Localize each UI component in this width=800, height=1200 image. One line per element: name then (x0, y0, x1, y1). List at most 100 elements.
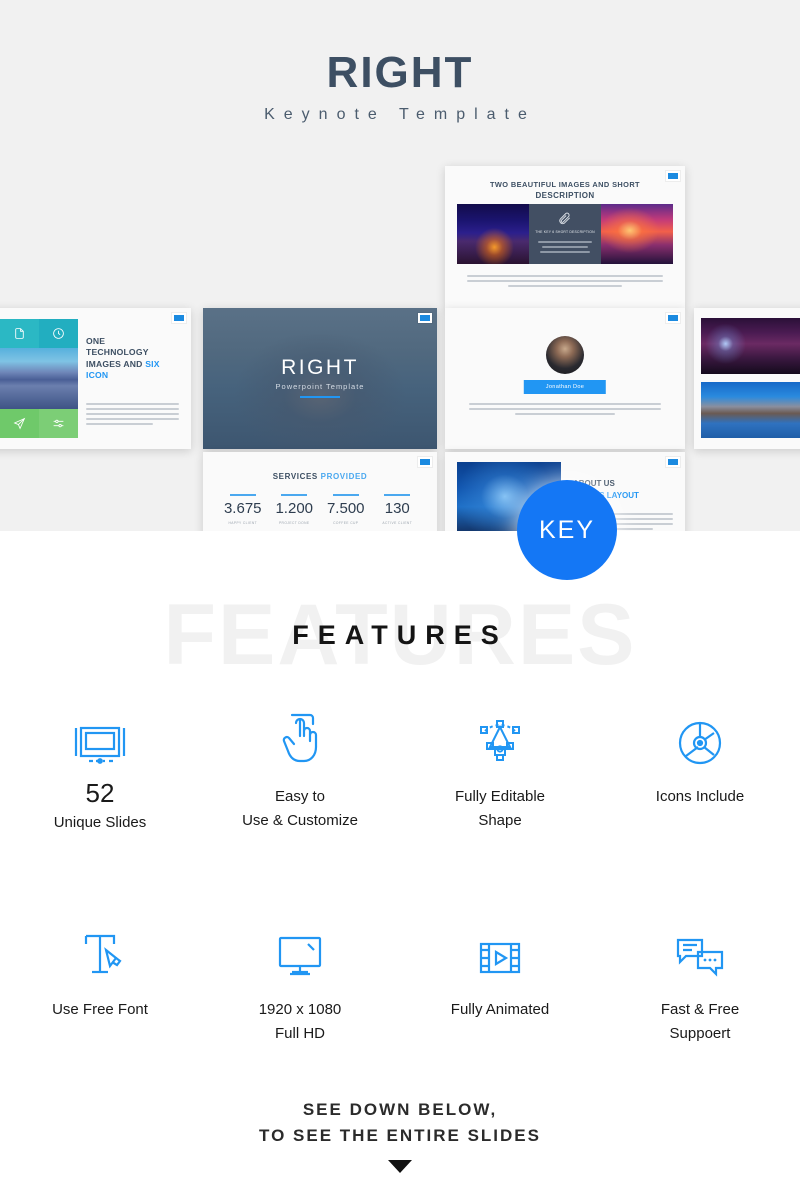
clock-icon (53, 328, 64, 339)
monitor-icon (200, 918, 400, 980)
slide-photo-pair[interactable] (694, 308, 800, 449)
slide-two-images-body (467, 272, 663, 290)
feature-caption-line1: Easy to (274, 788, 326, 805)
document-icon (15, 328, 24, 339)
slide-number-badge (666, 171, 680, 181)
pen-vector-icon (400, 705, 600, 767)
tile-clock (39, 319, 78, 348)
stat-item: 130 ACTIVE CLIENT (372, 494, 424, 525)
avatar (546, 336, 584, 374)
stat-label: HAPPY CLIENT (228, 521, 258, 525)
stat-value: 1.200 (275, 500, 314, 517)
six-icon-title-line3: IMAGES AND (86, 358, 146, 369)
six-icon-title-line4: ICON (86, 370, 109, 381)
feature-item-fully-animated: Fully Animated (400, 918, 600, 1043)
feature-item-support: Fast & Free Suppoert (600, 918, 800, 1043)
paperclip-icon (559, 212, 570, 225)
feature-caption-line2: Shape (478, 811, 522, 829)
photo-blue-mountain (701, 382, 800, 438)
services-title-plain: SERVICES (272, 472, 321, 481)
feature-item-editable-shape: Fully Editable Shape (400, 705, 600, 832)
photo-mountain-lake (0, 348, 78, 409)
slide-services-title: SERVICES PROVIDED (203, 472, 437, 481)
slide-cover-subtitle: Powerpoint Template (275, 382, 365, 391)
page-subtitle: Keynote Template (264, 106, 536, 123)
feature-caption: Fully Animated (450, 1001, 550, 1019)
slide-two-images-strip: THE KEY 6 SHORT DESCRIPTION (457, 204, 673, 264)
key-badge[interactable]: KEY (517, 480, 617, 580)
feature-caption-line1: Fully Editable (454, 788, 546, 805)
tile-paper-plane (0, 409, 39, 438)
feature-item-unique-slides: 52 Unique Slides (0, 705, 200, 832)
footer-callout: SEE DOWN BELOW, TO SEE THE ENTIRE SLIDES (0, 1097, 800, 1148)
six-icon-title-line1: ONE (86, 336, 106, 346)
film-play-icon (400, 918, 600, 980)
stat-rule (281, 494, 308, 496)
slide-cover-underline (300, 396, 340, 398)
features-heading: FEATURES (292, 620, 508, 650)
slide-two-images-title-line2: DESCRIPTION (535, 191, 595, 200)
presentation-screen-icon (0, 705, 200, 767)
slide-cover[interactable]: RIGHT Powerpoint Template (203, 308, 437, 449)
stat-item: 1.200 PROJECT DONE (269, 494, 321, 525)
footer-line2: TO SEE THE ENTIRE SLIDES (259, 1125, 541, 1145)
features-row-2: Use Free Font 1920 x 1080 Full HD Fully … (0, 918, 800, 1043)
feature-caption-line1: Fast & Free (660, 1001, 740, 1019)
slide-six-icon[interactable]: ONE TECHNOLOGY IMAGES AND SIX ICON (0, 308, 191, 449)
stat-label: ACTIVE CLIENT (382, 521, 413, 525)
slide-two-images[interactable]: TWO BEAUTIFUL IMAGES AND SHORT DESCRIPTI… (445, 166, 685, 309)
stat-rule (332, 494, 359, 496)
stat-value: 130 (384, 500, 410, 517)
feature-caption-line2: Use & Customize (242, 811, 358, 829)
paper-plane-icon (13, 417, 26, 430)
slide-number-badge (666, 457, 680, 467)
features-grid: 52 Unique Slides Easy to Use & Customize (0, 705, 800, 1043)
photo-sunset (600, 204, 673, 264)
slide-six-icon-body (86, 400, 179, 428)
stat-rule (384, 494, 411, 496)
hero-section: RIGHT Keynote Template TWO BEAUTIFUL IMA… (0, 0, 800, 531)
stat-value: 3.675 (223, 500, 262, 517)
page-root: RIGHT Keynote Template TWO BEAUTIFUL IMA… (0, 0, 800, 1200)
slide-profile[interactable]: Jonathan Doe (445, 308, 685, 449)
feature-caption: Use Free Font (52, 1001, 148, 1019)
slide-six-icon-tiles (0, 319, 78, 438)
slide-services[interactable]: SERVICES PROVIDED 3.675 HAPPY CLIENT 1.2… (203, 452, 437, 531)
feature-caption-line2: Suppoert (669, 1024, 731, 1042)
six-icon-title-line2: TECHNOLOGY (86, 347, 149, 358)
chat-bubbles-icon (600, 918, 800, 980)
hand-click-icon (200, 705, 400, 767)
stat-item: 7.500 COFFEE CUP (320, 494, 372, 525)
stat-value: 7.500 (326, 500, 365, 517)
feature-caption: Icons Include (655, 788, 745, 805)
slide-center-panel: THE KEY 6 SHORT DESCRIPTION (529, 204, 601, 264)
slide-number-badge (172, 313, 186, 323)
stat-item: 3.675 HAPPY CLIENT (217, 494, 269, 525)
feature-caption-line2: Full HD (274, 1024, 325, 1042)
slide-panel-heading: THE KEY 6 SHORT DESCRIPTION (535, 230, 595, 234)
page-title: RIGHT (326, 48, 474, 97)
six-icon-title-highlight: SIX (145, 358, 160, 369)
tile-document (0, 319, 39, 348)
slide-panel-lines (538, 238, 592, 256)
slide-two-images-title-line1: TWO BEAUTIFUL IMAGES AND SHORT (490, 180, 640, 189)
tile-sliders (39, 409, 78, 438)
features-row-1: 52 Unique Slides Easy to Use & Customize (0, 705, 800, 832)
photo-city-purple (701, 318, 800, 374)
chevron-down-triangle-icon[interactable] (388, 1160, 412, 1173)
profile-name-button[interactable]: Jonathan Doe (523, 380, 607, 394)
stat-label: PROJECT DONE (278, 521, 310, 525)
feature-item-full-hd: 1920 x 1080 Full HD (200, 918, 400, 1043)
slide-number-badge (418, 457, 432, 467)
feature-item-icons-include: Icons Include (600, 705, 800, 832)
feature-caption-line1: 1920 x 1080 (258, 1001, 342, 1019)
slide-cover-title: RIGHT (281, 356, 359, 379)
slide-six-icon-title: ONE TECHNOLOGY IMAGES AND SIX ICON (86, 336, 181, 381)
photo-night-bridge (457, 204, 530, 264)
slide-profile-body (469, 400, 661, 418)
slide-number-badge (666, 313, 680, 323)
slide-number-badge (418, 313, 432, 323)
compact-disc-icon (600, 705, 800, 767)
sliders-icon (53, 419, 64, 428)
services-title-highlight: PROVIDED (320, 472, 368, 481)
